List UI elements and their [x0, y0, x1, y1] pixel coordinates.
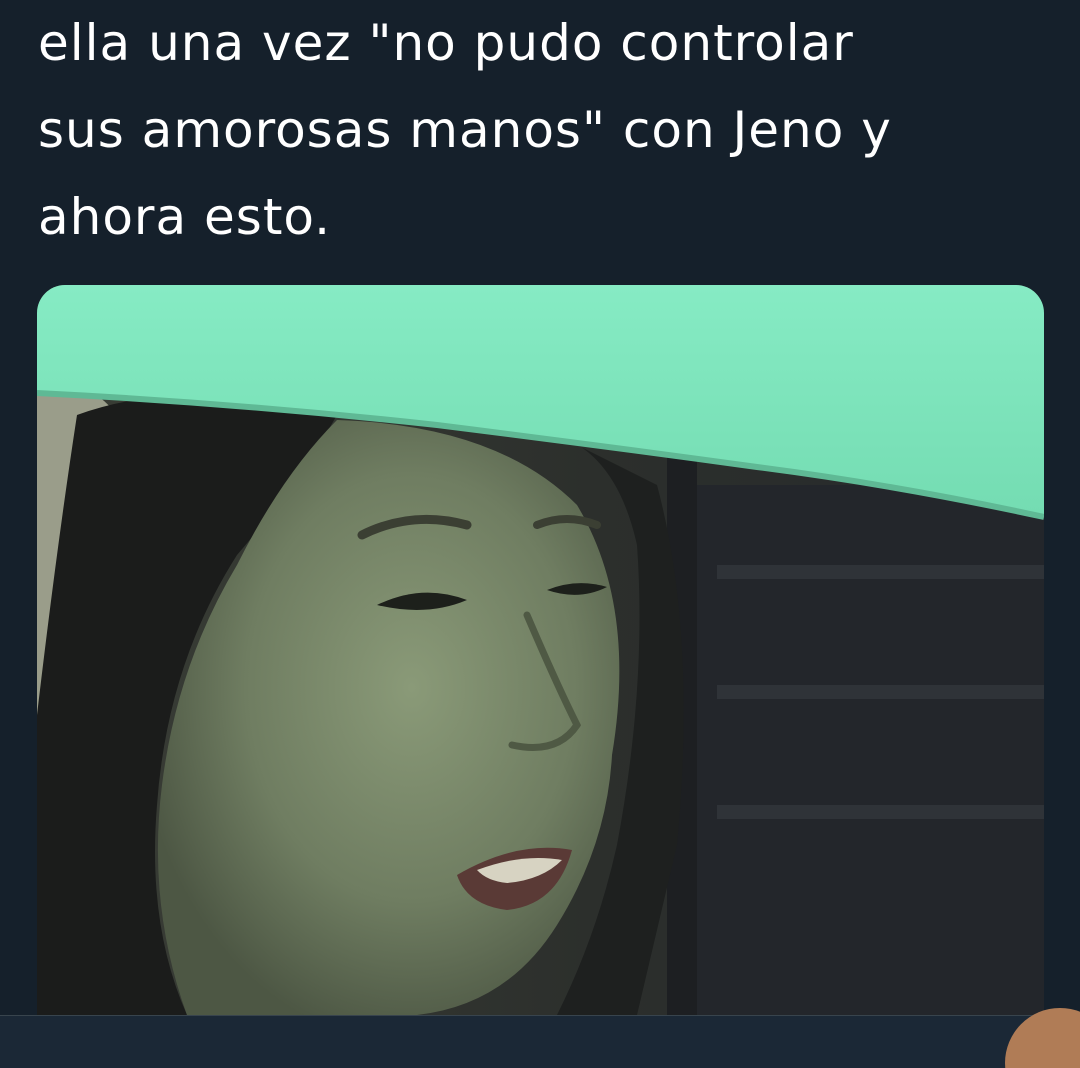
tweet-text-line: ahora esto. [38, 188, 332, 246]
car-window-stripe [717, 565, 1044, 579]
tweet-text: ella una vez "no pudo controlar sus amor… [38, 0, 1028, 261]
car-window [697, 485, 1044, 1015]
photo-illustration [37, 285, 1044, 1015]
car-window-stripe [717, 805, 1044, 819]
tweet-actions-bar [0, 1015, 1080, 1068]
tweet-media-photo[interactable] [37, 285, 1044, 1015]
car-window-stripe [717, 685, 1044, 699]
tweet-text-line: sus amorosas manos" con Jeno y [38, 101, 892, 159]
tweet-card: ella una vez "no pudo controlar sus amor… [0, 0, 1080, 1068]
tweet-text-line: ella una vez "no pudo controlar [38, 14, 854, 72]
